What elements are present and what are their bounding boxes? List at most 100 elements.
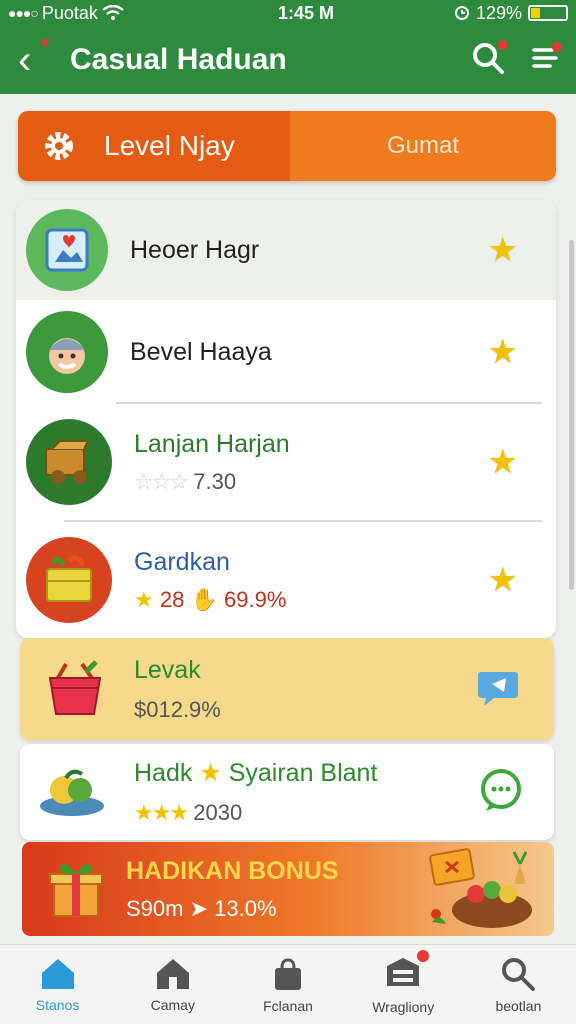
tab-level-label: Level Njay xyxy=(104,130,235,161)
list-item-stats: ★ 28 ✋ 69.9% xyxy=(134,587,488,613)
bonus-amount: S90m xyxy=(126,895,184,921)
stat-number: 28 xyxy=(159,586,185,612)
list-item-text: Bevel Haaya xyxy=(130,338,488,367)
scrollbar[interactable] xyxy=(569,240,574,590)
rating-stars-icon: ☆☆☆ xyxy=(134,468,189,494)
house-icon xyxy=(156,958,189,989)
nav-item-stanos[interactable]: Stanos xyxy=(0,945,115,1024)
bird-icon: ➤ xyxy=(189,895,209,921)
list-item-text: Gardkan ★ 28 ✋ 69.9% xyxy=(134,548,488,613)
battery-icon xyxy=(528,5,568,21)
hand-icon: ✋ xyxy=(190,586,218,612)
star-icon[interactable]: ★ xyxy=(488,442,518,482)
chat-bubble-button[interactable] xyxy=(476,666,520,713)
nav-item-camay[interactable]: Camay xyxy=(115,945,230,1024)
list-item-name: Bevel Haaya xyxy=(130,337,272,366)
photo-card-icon xyxy=(45,228,89,272)
basket-icon xyxy=(48,660,102,715)
message-icon xyxy=(481,768,521,811)
star-badge-icon: ★ xyxy=(134,586,154,612)
bonus-banner[interactable]: HADIKAN BONUS S90m ➤ 13.0% xyxy=(22,842,554,936)
rating-value: 7.30 xyxy=(193,468,237,494)
nav-label: Fclanan xyxy=(263,997,313,1014)
list-item-name: Lanjan Harjan xyxy=(134,429,290,458)
levak-name: Levak xyxy=(134,655,201,684)
nav-item-fclanan[interactable]: Fclanan xyxy=(230,945,345,1024)
tab-level[interactable]: Level Njay xyxy=(18,111,290,181)
wifi-icon xyxy=(102,5,124,20)
hadk-value: 2030 xyxy=(193,800,243,825)
list-item[interactable]: Gardkan ★ 28 ✋ 69.9% ★ xyxy=(16,522,556,638)
segmented-tabs: Level Njay Gumat xyxy=(18,111,556,181)
hadk-card[interactable]: Hadk ★ Syairan Blant ★★★ 2030 xyxy=(20,744,554,840)
levak-card[interactable]: Levak $012.9% xyxy=(20,638,554,740)
wooden-cart-icon xyxy=(45,440,90,484)
hadk-rating: ★★★ 2030 xyxy=(134,800,478,826)
star-icon[interactable]: ★ xyxy=(488,560,518,600)
app-bar: ‹ ♥ Casual Haduan xyxy=(0,26,576,94)
inbox-icon-wrap xyxy=(383,950,430,993)
menu-button[interactable] xyxy=(532,41,562,77)
rating-stars-icon: ★★★ xyxy=(134,800,189,825)
gear-icon xyxy=(45,132,73,160)
status-left: ●●●○ Puotak xyxy=(8,3,198,24)
avatar xyxy=(26,419,112,505)
gift-box-icon xyxy=(49,864,103,917)
app-bar-actions xyxy=(472,39,562,79)
battery-percent: 129% xyxy=(475,2,522,23)
clock: 1:45 M xyxy=(277,2,334,23)
list-item-text: Heoer Hagr xyxy=(130,236,488,265)
avatar xyxy=(26,537,112,623)
hadk-name-part1: Hadk xyxy=(134,759,193,787)
bag-icon xyxy=(275,957,301,990)
list-item[interactable]: Heoer Hagr ★ xyxy=(16,200,556,300)
bonus-percent: 13.0% xyxy=(214,895,277,921)
home-icon xyxy=(41,958,74,989)
star-icon: ★ xyxy=(199,759,222,787)
avatar xyxy=(26,311,108,393)
status-bar: ●●●○ Puotak 1:45 M 129% xyxy=(0,0,576,26)
list-item[interactable]: Bevel Haaya ★ xyxy=(16,300,556,404)
bonus-sub: S90m ➤ 13.0% xyxy=(126,896,418,922)
avatar xyxy=(26,209,108,291)
carrier-label: Puotak xyxy=(41,2,98,23)
star-icon[interactable]: ★ xyxy=(488,230,518,270)
status-right: 129% xyxy=(454,3,568,24)
bonus-text: HADIKAN BONUS S90m ➤ 13.0% xyxy=(126,857,418,922)
fruit-basket-icon xyxy=(429,848,532,928)
list-item-name: Heoer Hagr xyxy=(130,235,260,264)
stat-percent: 69.9% xyxy=(224,586,287,612)
vegetable-basket-icon xyxy=(46,555,92,602)
hadk-name: Hadk ★ Syairan Blant xyxy=(134,758,478,788)
character-face-icon xyxy=(49,338,85,374)
search-icon xyxy=(502,957,536,991)
signal-icon: ●●●○ xyxy=(8,5,39,21)
nav-label: Camay xyxy=(150,996,195,1013)
back-button[interactable]: ‹ ♥ xyxy=(18,36,70,81)
list-item[interactable]: Lanjan Harjan ☆☆☆ 7.30 ★ xyxy=(16,404,556,520)
notification-dot xyxy=(552,41,562,52)
tab-gumat[interactable]: Gumat xyxy=(290,111,556,181)
heart-icon: ♥ xyxy=(40,35,50,52)
bonus-title: HADIKAN BONUS xyxy=(126,856,339,885)
nav-label: Wragliony xyxy=(372,999,435,1015)
nav-label: beotlan xyxy=(495,997,542,1014)
search-button[interactable] xyxy=(472,39,508,79)
list-item-name: Gardkan xyxy=(134,547,230,576)
page-title: Casual Haduan xyxy=(70,43,287,76)
list-item-text: Lanjan Harjan ☆☆☆ 7.30 xyxy=(134,430,488,495)
bottom-nav: Stanos Camay Fclanan Wragliony beotlan xyxy=(0,944,576,1024)
nav-label: Stanos xyxy=(35,996,80,1013)
alarm-icon xyxy=(454,6,469,20)
message-button[interactable] xyxy=(478,767,524,818)
notification-dot xyxy=(417,950,430,962)
notification-dot xyxy=(498,39,508,50)
chat-bubble-icon xyxy=(478,671,518,706)
star-icon[interactable]: ★ xyxy=(488,332,518,372)
nav-item-beotlan[interactable]: beotlan xyxy=(461,945,576,1024)
fruit-bowl-icon xyxy=(40,769,104,816)
tab-gumat-label: Gumat xyxy=(386,132,460,159)
levak-value: $012.9% xyxy=(134,696,221,722)
nav-item-wragliony[interactable]: Wragliony xyxy=(346,945,461,1024)
list-item-rating: ☆☆☆ 7.30 xyxy=(134,469,488,495)
